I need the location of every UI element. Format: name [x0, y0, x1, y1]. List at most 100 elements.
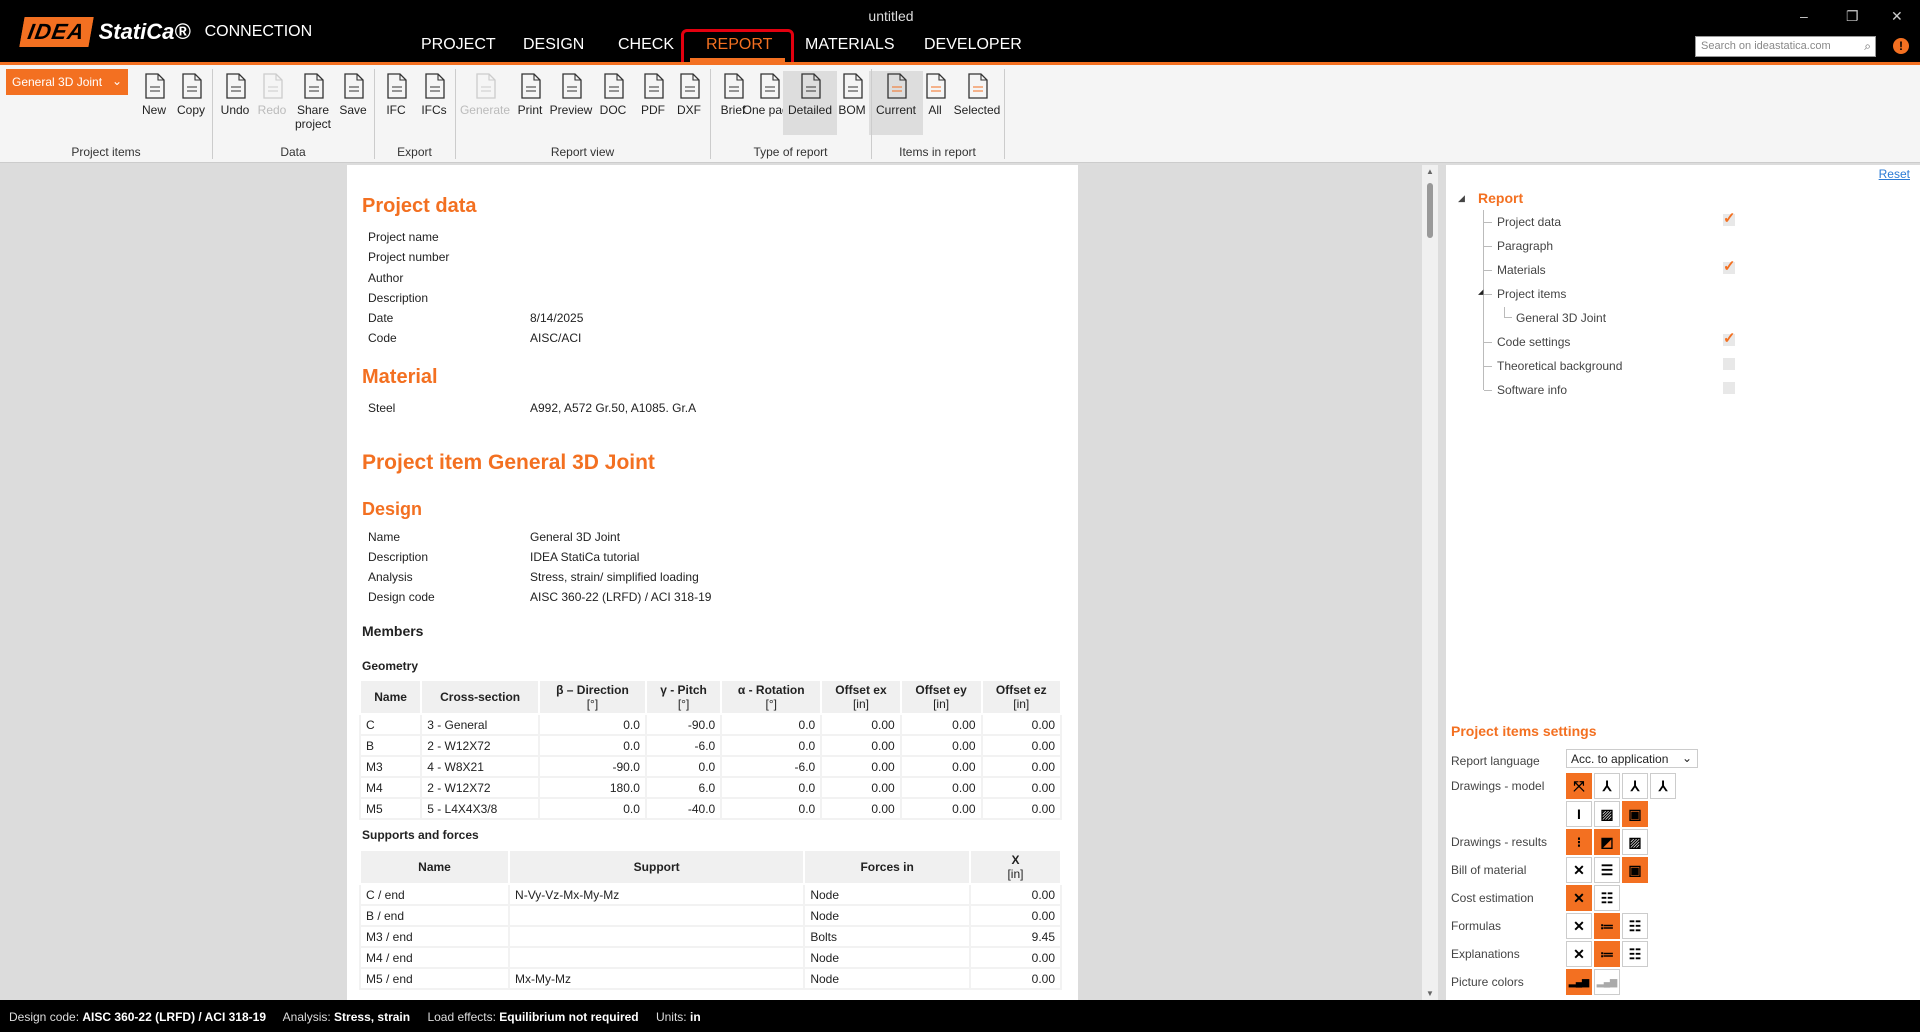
- selected-button[interactable]: Selected: [950, 71, 1004, 117]
- table-cell: [508, 946, 806, 969]
- collapse-icon[interactable]: ◢: [1458, 193, 1465, 204]
- none-icon[interactable]: ✕: [1566, 913, 1592, 939]
- title-bar: IDEA StatiCa® CONNECTION untitled PROJEC…: [0, 0, 1920, 71]
- header-unit: [in]: [1007, 867, 1024, 881]
- brief-list-icon[interactable]: ≔: [1594, 941, 1620, 967]
- project-item-dropdown[interactable]: General 3D Joint ⌄: [6, 69, 128, 95]
- report-language-select[interactable]: Acc. to application ⌄: [1566, 749, 1698, 768]
- list-icon[interactable]: ☷: [1622, 941, 1648, 967]
- table-row: C3 - General 0.0 -90.0 0.0 0.00 0.00 0.00: [358, 713, 1062, 736]
- group-label-data: Data: [280, 145, 306, 159]
- tree-connector: [1484, 246, 1492, 247]
- field-label: Project number: [368, 250, 450, 264]
- search-icon[interactable]: ⌕: [1864, 39, 1871, 54]
- table-cell: -6.0: [720, 755, 823, 778]
- tree-item[interactable]: Paragraph: [1497, 239, 1553, 253]
- y-axis-view-icon[interactable]: ⅄: [1622, 773, 1648, 799]
- section-icon[interactable]: I: [1566, 801, 1592, 827]
- include-checkbox[interactable]: ✓: [1723, 331, 1736, 346]
- tab-materials[interactable]: MATERIALS: [805, 36, 895, 54]
- scroll-thumb[interactable]: [1427, 183, 1433, 238]
- tree-item[interactable]: Code settings: [1497, 335, 1570, 349]
- include-checkbox[interactable]: ✓: [1723, 259, 1736, 274]
- design-code-value: AISC 360-22 (LRFD) / ACI 318-19: [82, 1010, 266, 1024]
- tree-item[interactable]: Materials: [1497, 263, 1546, 277]
- header-label: Forces in: [860, 860, 914, 874]
- include-checkbox[interactable]: ✓: [1723, 211, 1736, 226]
- color-bars-icon[interactable]: ▂▄▆: [1566, 969, 1592, 995]
- header-unit: [°]: [765, 697, 777, 711]
- picture-highlight-icon[interactable]: ▣: [1622, 857, 1648, 883]
- table-cell: 0.00: [899, 797, 983, 820]
- button-label: Copy: [176, 103, 205, 117]
- tab-check[interactable]: CHECK: [618, 36, 674, 54]
- table-cell: 2 - W12X72: [420, 776, 541, 799]
- selected-icon: [950, 71, 1004, 101]
- brief-list-icon[interactable]: ≔: [1594, 913, 1620, 939]
- minimize-button[interactable]: –: [1800, 8, 1808, 24]
- list-icon[interactable]: ☷: [1622, 913, 1648, 939]
- chevron-down-icon: ⌄: [111, 74, 122, 88]
- table-cell: B / end: [358, 904, 511, 927]
- tree-root-report[interactable]: Report: [1478, 190, 1523, 206]
- analysis-value: Stress, strain: [334, 1010, 411, 1024]
- none-icon[interactable]: ✕: [1566, 885, 1592, 911]
- tree-item[interactable]: Theoretical background: [1497, 359, 1622, 373]
- close-button[interactable]: ✕: [1891, 8, 1903, 25]
- picture-icon[interactable]: ▨: [1594, 801, 1620, 827]
- tab-design[interactable]: DESIGN: [523, 36, 584, 54]
- group-label-export: Export: [397, 145, 432, 159]
- report-language-value: Acc. to application: [1571, 752, 1669, 766]
- tree-line: [1483, 210, 1484, 390]
- none-icon[interactable]: ✕: [1566, 857, 1592, 883]
- traffic-light-icon[interactable]: ⁝: [1566, 829, 1592, 855]
- z-axis-view-icon[interactable]: ⅄: [1650, 773, 1676, 799]
- tree-item[interactable]: General 3D Joint: [1516, 311, 1606, 325]
- stress-icon[interactable]: ◩: [1594, 829, 1620, 855]
- restore-button[interactable]: ❐: [1846, 8, 1859, 25]
- table-icon[interactable]: ☰: [1594, 857, 1620, 883]
- list-icon[interactable]: ☷: [1594, 885, 1620, 911]
- header-label: Offset ex: [835, 683, 887, 697]
- picture-icon[interactable]: ▨: [1622, 829, 1648, 855]
- button-label: DOC: [599, 103, 627, 117]
- tab-project[interactable]: PROJECT: [421, 36, 496, 54]
- search-input[interactable]: Search on ideastatica.com ⌕: [1695, 36, 1876, 57]
- scroll-up-icon[interactable]: ▲: [1426, 167, 1434, 176]
- include-checkbox[interactable]: [1723, 358, 1735, 370]
- search-placeholder: Search on ideastatica.com: [1701, 40, 1831, 52]
- table-cell: 0.00: [980, 734, 1062, 757]
- info-icon[interactable]: !: [1893, 38, 1909, 54]
- include-checkbox[interactable]: [1723, 382, 1735, 394]
- reset-link[interactable]: Reset: [1879, 167, 1910, 181]
- column-header: Name: [358, 679, 423, 715]
- table-cell: 0.0: [720, 734, 823, 757]
- field-label: Design code: [368, 590, 435, 604]
- field-label: Steel: [368, 401, 396, 415]
- tab-developer[interactable]: DEVELOPER: [924, 36, 1022, 54]
- 3d-view-icon[interactable]: ⤧: [1566, 773, 1592, 799]
- expand-icon[interactable]: ◢: [1478, 288, 1483, 296]
- table-cell: 0.00: [980, 713, 1062, 736]
- group-label-project-items: Project items: [71, 145, 141, 159]
- picture-highlight-icon[interactable]: ▣: [1622, 801, 1648, 827]
- units-label: Units:: [655, 1010, 687, 1024]
- x-axis-view-icon[interactable]: ⅄: [1594, 773, 1620, 799]
- tree-connector: [1484, 366, 1492, 367]
- header-unit: [in]: [852, 697, 869, 711]
- table-cell: C: [358, 713, 423, 736]
- analysis-label: Analysis:: [282, 1010, 331, 1024]
- tree-item[interactable]: Project data: [1497, 215, 1561, 229]
- tree-item[interactable]: Software info: [1497, 383, 1567, 397]
- none-icon[interactable]: ✕: [1566, 941, 1592, 967]
- report-language-label: Report language: [1451, 754, 1540, 768]
- table-cell: 0.00: [980, 776, 1062, 799]
- ifcs-button[interactable]: IFCs: [407, 71, 461, 117]
- header-label: β – Direction: [556, 683, 629, 697]
- ifcs-icon: [407, 71, 461, 101]
- scroll-down-icon[interactable]: ▼: [1426, 989, 1434, 998]
- report-scrollbar[interactable]: ▲ ▼: [1422, 165, 1438, 1000]
- product-name: CONNECTION: [204, 23, 313, 40]
- gray-bars-icon[interactable]: ▂▄▆: [1594, 969, 1620, 995]
- tree-item[interactable]: Project items: [1497, 287, 1566, 301]
